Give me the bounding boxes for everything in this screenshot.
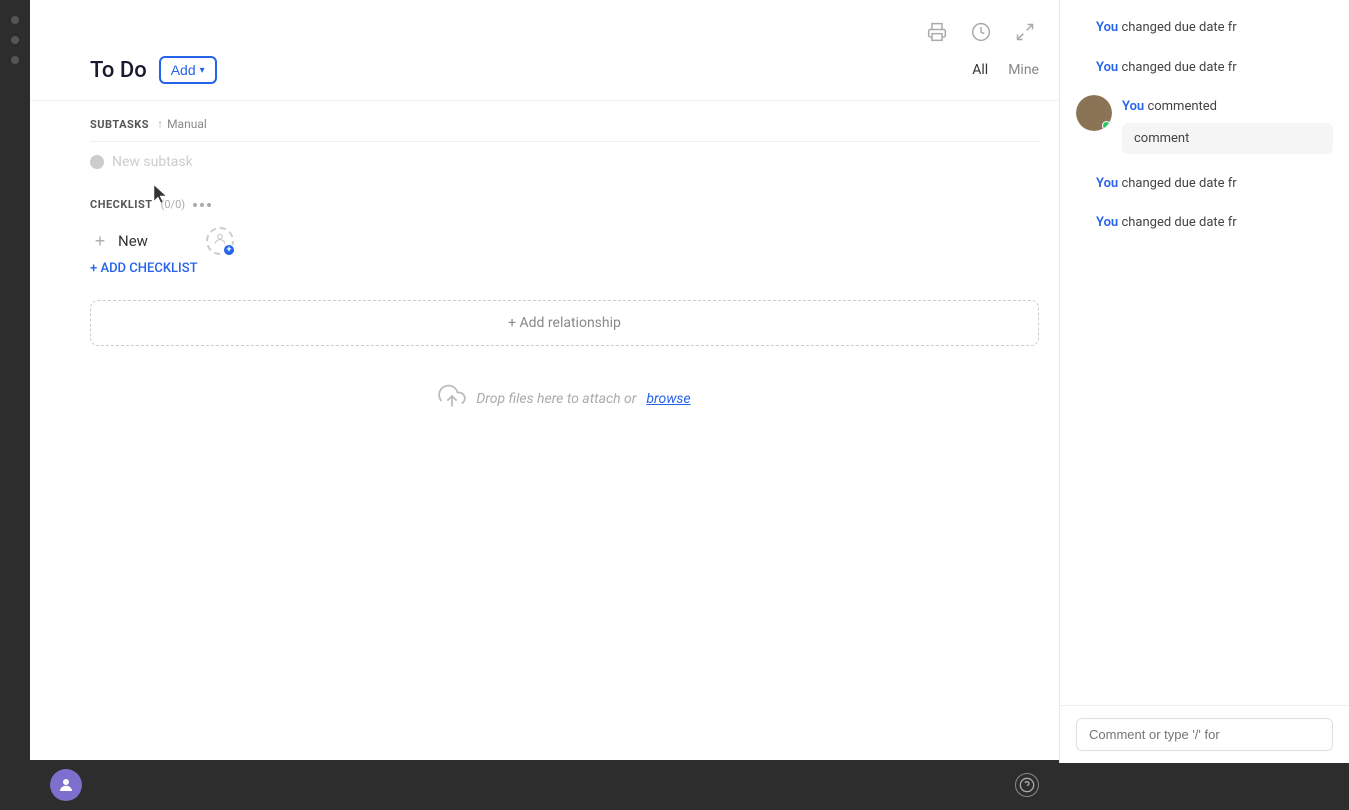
sort-indicator[interactable]: ↑ Manual — [157, 117, 207, 131]
add-checklist-item-button[interactable]: + — [90, 231, 110, 251]
activity-text-1: You changed due date fr — [1096, 16, 1237, 38]
activity-item-2: You changed due date fr — [1076, 56, 1333, 78]
sort-label: Manual — [167, 117, 207, 131]
bottom-bar — [30, 760, 1059, 810]
add-relationship-button[interactable]: + Add relationship — [90, 300, 1039, 346]
activity-user-3: You — [1122, 99, 1144, 114]
activity-item-1: You changed due date fr — [1076, 16, 1333, 38]
checklist-header: CHECKLIST (0/0) — [90, 174, 1039, 223]
chevron-down-icon: ▾ — [200, 65, 205, 76]
assign-user-button[interactable]: + — [206, 227, 234, 255]
comment-bubble: comment — [1122, 123, 1333, 154]
task-title: To Do — [90, 58, 147, 83]
activity-feed: You changed due date fr You changed due … — [1060, 0, 1349, 705]
filter-all[interactable]: All — [972, 60, 988, 80]
comment-box — [1060, 705, 1349, 763]
modal-content: SUBTASKS ↑ Manual New subtask CHECKLIST … — [30, 101, 1059, 760]
browse-link[interactable]: browse — [646, 391, 690, 407]
activity-text-5: You changed due date fr — [1096, 211, 1237, 233]
activity-item-4: You changed due date fr — [1076, 172, 1333, 194]
add-checklist-button[interactable]: + ADD CHECKLIST — [90, 253, 198, 292]
activity-item-3: You commented comment — [1076, 95, 1333, 154]
activity-item-5: You changed due date fr — [1076, 211, 1333, 233]
checklist-count: (0/0) — [161, 198, 186, 211]
activity-user-5: You — [1096, 215, 1118, 230]
subtasks-divider — [90, 141, 1039, 142]
online-status-dot — [1102, 121, 1111, 130]
comment-input[interactable] — [1076, 718, 1333, 751]
modal-toolbar — [30, 0, 1059, 56]
sidebar-strip — [0, 0, 30, 810]
subtasks-header: SUBTASKS ↑ Manual — [90, 101, 1039, 141]
add-relationship-label: + Add relationship — [508, 315, 621, 331]
history-icon[interactable] — [967, 18, 995, 46]
sort-arrow-icon: ↑ — [157, 117, 163, 131]
add-button-label: Add — [171, 62, 196, 78]
activity-text-2: You changed due date fr — [1096, 56, 1237, 78]
bottom-user-avatar[interactable] — [50, 769, 82, 801]
activity-user-4: You — [1096, 176, 1118, 191]
sidebar-dot-1 — [11, 16, 19, 24]
dropzone[interactable]: Drop files here to attach or browse — [90, 362, 1039, 436]
activity-user-1: You — [1096, 20, 1118, 35]
dropzone-text: Drop files here to attach or — [476, 391, 636, 407]
filter-mine[interactable]: Mine — [1008, 60, 1039, 80]
checklist-more-button[interactable] — [193, 203, 211, 207]
checklist-label: CHECKLIST — [90, 198, 153, 211]
activity-avatar-3 — [1076, 95, 1112, 131]
new-subtask-input[interactable]: New subtask — [112, 154, 193, 170]
help-button[interactable] — [1015, 773, 1039, 797]
activity-text-4: You changed due date fr — [1096, 172, 1237, 194]
expand-icon[interactable] — [1011, 18, 1039, 46]
activity-user-2: You — [1096, 60, 1118, 75]
checklist-item-input[interactable]: New — [118, 232, 198, 250]
sidebar-dot-3 — [11, 56, 19, 64]
upload-icon — [438, 382, 466, 416]
subtasks-label: SUBTASKS — [90, 118, 149, 131]
sidebar-dot-2 — [11, 36, 19, 44]
add-button[interactable]: Add ▾ — [159, 56, 217, 84]
print-icon[interactable] — [923, 18, 951, 46]
assign-plus-icon: + — [223, 244, 235, 256]
subtask-bullet — [90, 155, 104, 169]
task-title-area: To Do Add ▾ All Mine — [30, 56, 1059, 100]
new-subtask-row: New subtask — [90, 150, 1039, 174]
